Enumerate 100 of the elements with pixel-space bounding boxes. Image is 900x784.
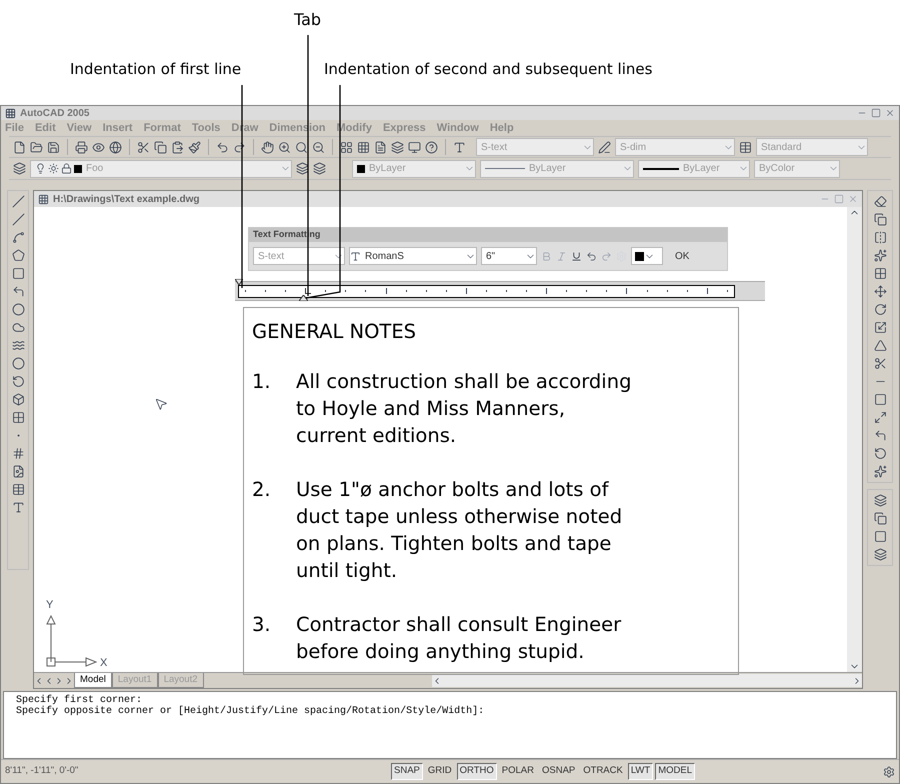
font-dropdown[interactable]: RomanS (349, 247, 477, 265)
polygon-icon[interactable] (12, 249, 24, 262)
maximize-icon[interactable] (871, 108, 881, 118)
sun-icon[interactable] (48, 163, 59, 174)
dropdown[interactable]: S-text (476, 138, 594, 156)
circle-icon[interactable] (12, 303, 24, 316)
undo-icon[interactable] (216, 140, 229, 154)
printer-icon[interactable] (75, 140, 88, 154)
status-toggle[interactable]: MODEL (655, 763, 695, 780)
font-icon[interactable] (350, 250, 361, 262)
copy-icon[interactable] (874, 213, 886, 226)
hatch-icon[interactable] (12, 447, 24, 460)
menu-item[interactable]: Format (144, 120, 181, 136)
block-grid-icon[interactable] (12, 411, 24, 424)
status-toggle[interactable]: OSNAP (538, 763, 578, 780)
scale-icon[interactable] (874, 321, 886, 334)
folder-icon[interactable] (30, 140, 43, 154)
tab-marker[interactable] (305, 288, 311, 294)
curve-icon[interactable] (12, 231, 24, 244)
new-file-icon[interactable] (13, 140, 26, 154)
layers-icon[interactable] (391, 140, 404, 154)
layout-tab[interactable]: Layout1 (112, 672, 158, 688)
text-icon[interactable] (12, 501, 24, 514)
dropdown[interactable]: Foo (30, 160, 292, 178)
status-toggle[interactable]: SNAP (391, 763, 423, 780)
zoom-out-icon[interactable] (312, 140, 325, 154)
dropdown[interactable]: ByLayer (480, 160, 634, 178)
dropdown[interactable]: S-text (253, 247, 345, 265)
tray-icon[interactable] (883, 766, 895, 778)
wave-icon[interactable] (12, 339, 24, 352)
layers-icon[interactable] (313, 162, 326, 175)
line-icon[interactable] (12, 213, 24, 226)
menu-item[interactable]: File (5, 120, 24, 136)
trim-icon[interactable] (874, 357, 886, 370)
menu-item[interactable]: Edit (34, 120, 56, 136)
menu-item[interactable]: Help (490, 120, 514, 136)
pan-icon[interactable] (261, 140, 274, 154)
close-icon[interactable] (885, 108, 895, 118)
table-style-icon[interactable] (739, 140, 752, 154)
table-grid-icon[interactable] (357, 140, 370, 154)
arc-arrow-icon[interactable] (12, 375, 24, 388)
table-icon[interactable] (12, 483, 24, 496)
save-icon[interactable] (47, 140, 60, 154)
brush-icon[interactable] (188, 140, 201, 154)
cut-icon[interactable] (137, 140, 150, 154)
menu-item[interactable]: Window (436, 120, 479, 136)
copy-icon[interactable] (154, 140, 167, 154)
help-icon[interactable] (425, 140, 438, 154)
array-icon[interactable] (874, 267, 886, 280)
horizontal-scrollbar[interactable] (432, 674, 862, 687)
menu-item[interactable]: Insert (102, 120, 133, 136)
rectangle-icon[interactable] (12, 267, 24, 280)
text-style-icon[interactable] (453, 140, 466, 154)
zoom-in-icon[interactable] (278, 140, 291, 154)
status-toggle[interactable]: GRID (424, 763, 455, 780)
color-dropdown[interactable] (631, 247, 663, 265)
rotate-icon[interactable] (874, 303, 886, 316)
layout-tab[interactable]: Layout2 (158, 672, 204, 688)
eraser-icon[interactable] (874, 195, 886, 208)
preview-icon[interactable] (92, 140, 105, 154)
status-toggle[interactable]: POLAR (498, 763, 537, 780)
layout-tab[interactable]: Model (74, 672, 112, 688)
bulb-icon[interactable] (35, 163, 46, 174)
dropdown[interactable]: ByColor (754, 160, 840, 178)
menu-item[interactable]: Express (382, 120, 426, 136)
dropdown[interactable]: ByLayer (352, 160, 476, 178)
cloud-icon[interactable] (12, 321, 24, 334)
mirror-icon[interactable] (874, 231, 886, 244)
undo-icon[interactable] (586, 250, 597, 262)
menu-item[interactable]: View (66, 120, 92, 136)
note-line: on plans. Tighten bolts and tape (296, 531, 612, 557)
ellipse-icon[interactable] (12, 357, 24, 370)
globe-icon[interactable] (109, 140, 122, 154)
status-toggle[interactable]: OTRACK (580, 763, 626, 780)
layers-icon[interactable] (13, 162, 26, 175)
underline-icon[interactable] (571, 250, 582, 262)
ok-button[interactable]: OK (671, 248, 694, 264)
hanging-indent-marker[interactable] (299, 295, 308, 301)
height-dropdown[interactable]: 6" (481, 247, 537, 265)
block-icon[interactable] (12, 393, 24, 406)
redo-icon[interactable] (233, 140, 246, 154)
line-icon[interactable] (12, 195, 24, 208)
dropdown[interactable]: S-dim (615, 138, 735, 156)
paste-icon[interactable] (171, 140, 184, 154)
dropdown[interactable]: Standard (756, 138, 868, 156)
move-icon[interactable] (874, 285, 886, 298)
ruler[interactable] (235, 281, 765, 301)
lock-icon[interactable] (61, 163, 72, 174)
layers-icon[interactable] (296, 162, 309, 175)
dimension-style-icon[interactable] (598, 140, 611, 154)
menu-item[interactable]: Tools (192, 120, 220, 136)
status-toggle[interactable]: ORTHO (456, 763, 497, 780)
vertical-scrollbar[interactable] (847, 207, 862, 672)
text-editor-box[interactable] (243, 307, 739, 675)
status-toggle[interactable]: LWT (628, 763, 654, 780)
grid-icon[interactable] (340, 140, 353, 154)
monitor-icon[interactable] (408, 140, 421, 154)
first-line-indent-marker[interactable] (235, 279, 243, 285)
dropdown[interactable]: ByLayer (638, 160, 750, 178)
zoom-icon[interactable] (295, 140, 308, 154)
